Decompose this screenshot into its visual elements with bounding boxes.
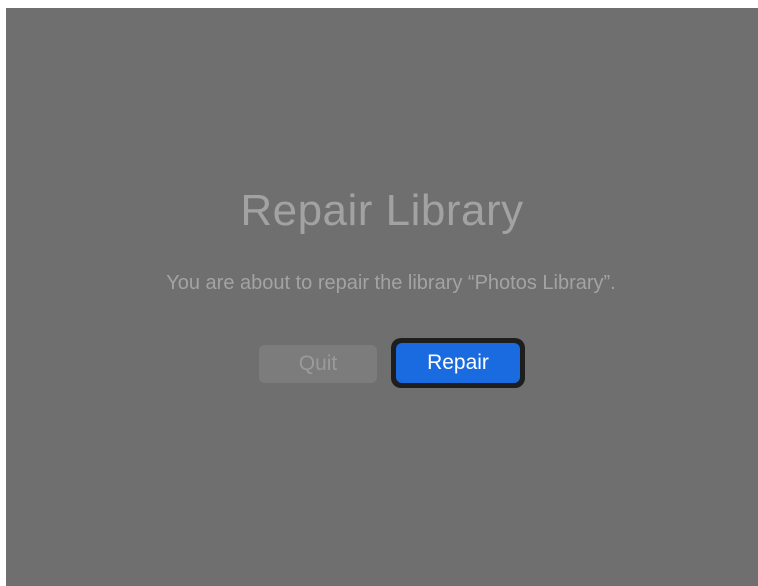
repair-library-dialog: Repair Library You are about to repair t… bbox=[6, 8, 758, 586]
quit-button[interactable]: Quit bbox=[259, 345, 377, 383]
window-background: Repair Library You are about to repair t… bbox=[6, 8, 758, 586]
dialog-message: You are about to repair the library “Pho… bbox=[166, 272, 616, 294]
repair-button[interactable]: Repair bbox=[396, 343, 520, 383]
dialog-title: Repair Library bbox=[240, 186, 524, 235]
repair-button-focus-ring: Repair bbox=[391, 338, 525, 388]
